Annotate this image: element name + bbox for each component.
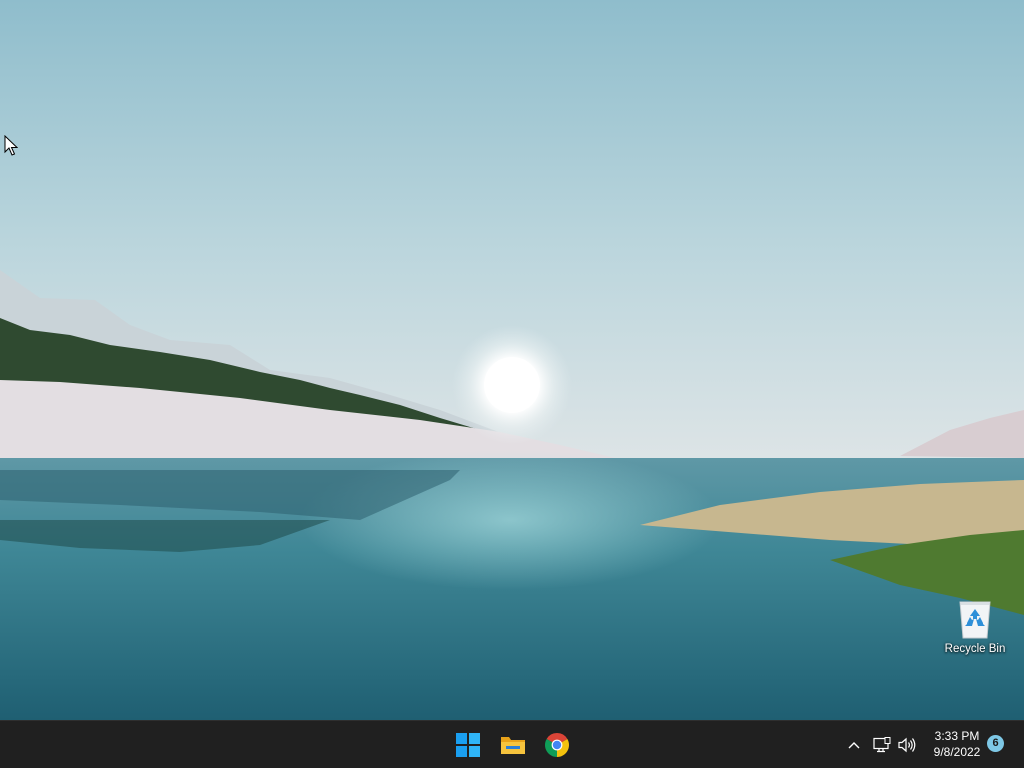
- clock-date: 9/8/2022: [933, 745, 981, 759]
- desktop-icon-label: Recycle Bin: [944, 643, 1006, 655]
- chrome-button[interactable]: [537, 725, 577, 765]
- file-explorer-button[interactable]: [493, 725, 533, 765]
- desktop-icon-recycle-bin[interactable]: Recycle Bin: [938, 594, 1012, 664]
- show-hidden-icons-button[interactable]: [843, 721, 865, 769]
- volume-button[interactable]: [896, 721, 918, 769]
- desktop[interactable]: Recycle Bin: [0, 0, 1024, 720]
- folder-icon: [501, 737, 525, 754]
- start-button[interactable]: [448, 725, 488, 765]
- chrome-icon: [545, 733, 569, 757]
- clock-time: 3:33 PM: [934, 729, 980, 743]
- network-button[interactable]: [871, 721, 893, 769]
- notification-badge[interactable]: 6: [987, 735, 1004, 752]
- wallpaper-placeholder: [0, 0, 1024, 720]
- network-icon: [873, 737, 891, 753]
- mouse-cursor-icon: [4, 135, 18, 156]
- volume-icon: [898, 737, 916, 753]
- clock[interactable]: 3:33 PM 9/8/2022: [925, 728, 989, 760]
- windows-logo-icon: [456, 733, 480, 757]
- recycle-bin-icon: [959, 601, 991, 639]
- chevron-up-icon: [848, 742, 860, 749]
- taskbar: 3:33 PM 9/8/2022: [0, 720, 1024, 768]
